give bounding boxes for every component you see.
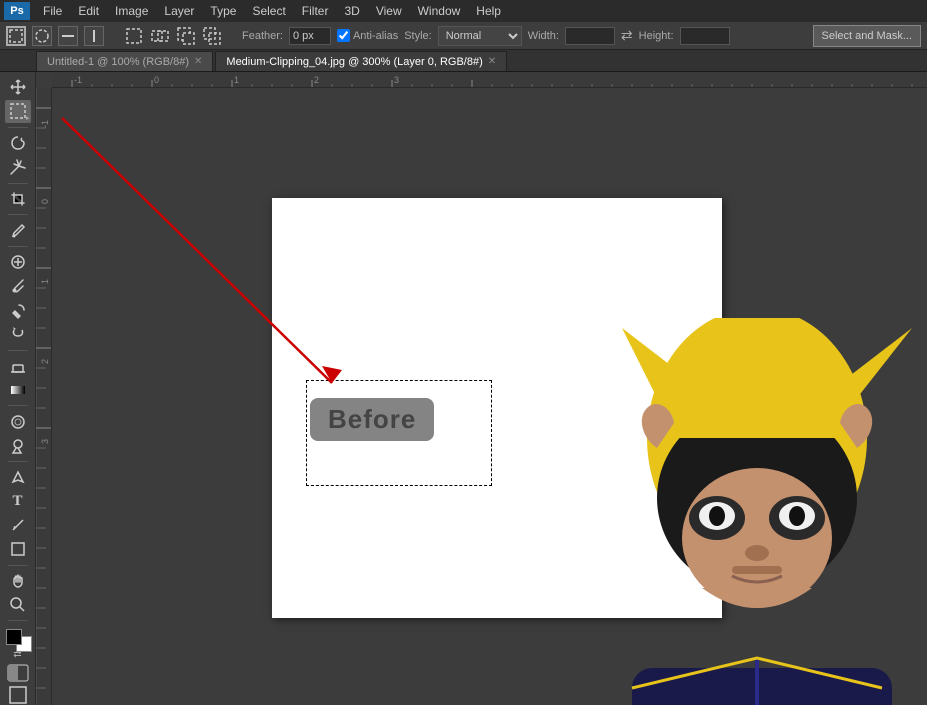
menu-image[interactable]: Image xyxy=(108,2,155,20)
main-layout: ▸ xyxy=(0,72,927,705)
before-label: Before xyxy=(310,398,434,441)
swap-wh-icon[interactable]: ⇄ xyxy=(621,27,633,44)
tool-separator-4 xyxy=(8,246,28,247)
menu-3d[interactable]: 3D xyxy=(337,2,366,20)
menu-edit[interactable]: Edit xyxy=(71,2,106,20)
shape-tool-btn[interactable] xyxy=(5,538,31,561)
svg-text:0: 0 xyxy=(154,75,159,85)
ruler-top: -1 0 1 2 3 xyxy=(52,72,927,88)
canvas-area: -1 0 1 2 3 xyxy=(36,72,927,705)
crop-tool-btn[interactable] xyxy=(5,187,31,210)
anti-alias-area[interactable]: Anti-alias xyxy=(337,29,398,42)
svg-text:1: 1 xyxy=(234,75,239,85)
marquee-rect-icon[interactable] xyxy=(6,26,26,46)
tab-medium-clipping[interactable]: Medium-Clipping_04.jpg @ 300% (Layer 0, … xyxy=(215,51,507,71)
move-tool-btn[interactable] xyxy=(5,76,31,99)
dodge-tool-btn[interactable] xyxy=(5,434,31,457)
tab-untitled-label: Untitled-1 @ 100% (RGB/8#) xyxy=(47,56,189,68)
tool-separator-1 xyxy=(8,127,28,128)
canvas-viewport[interactable]: Before xyxy=(52,88,927,705)
hand-tool-btn[interactable] xyxy=(5,570,31,593)
toolbar: ▸ xyxy=(0,72,36,705)
width-input[interactable] xyxy=(565,27,615,45)
menu-bar: Ps File Edit Image Layer Type Select Fil… xyxy=(0,0,927,22)
tab-medium-clipping-close[interactable]: ✕ xyxy=(488,56,496,67)
svg-text:-1: -1 xyxy=(40,120,50,128)
app-logo: Ps xyxy=(4,2,30,20)
svg-text:2: 2 xyxy=(314,75,319,85)
feather-label: Feather: xyxy=(242,30,283,42)
menu-select[interactable]: Select xyxy=(245,2,292,20)
eraser-tool-btn[interactable] xyxy=(5,355,31,378)
menu-layer[interactable]: Layer xyxy=(157,2,201,20)
selection-add-icon[interactable] xyxy=(150,26,170,46)
zoom-tool-btn[interactable] xyxy=(5,594,31,617)
menu-view[interactable]: View xyxy=(369,2,409,20)
eyedropper-tool-btn[interactable] xyxy=(5,219,31,242)
marquee-row-icon[interactable] xyxy=(58,26,78,46)
screen-mode-btn[interactable] xyxy=(5,685,31,704)
menu-window[interactable]: Window xyxy=(411,2,468,20)
tab-untitled[interactable]: Untitled-1 @ 100% (RGB/8#) ✕ xyxy=(36,51,213,71)
selection-new-icon[interactable] xyxy=(124,26,144,46)
selection-subtract-icon[interactable] xyxy=(176,26,196,46)
healing-tool-btn[interactable] xyxy=(5,251,31,274)
style-label: Style: xyxy=(404,30,432,42)
wolverine-character xyxy=(602,318,927,705)
menu-file[interactable]: File xyxy=(36,2,69,20)
pen-tool-btn[interactable] xyxy=(5,466,31,489)
svg-text:-1: -1 xyxy=(74,75,82,85)
height-input[interactable] xyxy=(680,27,730,45)
lasso-tool-btn[interactable] xyxy=(5,132,31,155)
anti-alias-label: Anti-alias xyxy=(353,30,398,42)
blur-tool-btn[interactable] xyxy=(5,410,31,433)
tab-medium-clipping-label: Medium-Clipping_04.jpg @ 300% (Layer 0, … xyxy=(226,56,482,68)
menu-filter[interactable]: Filter xyxy=(295,2,336,20)
tool-separator-9 xyxy=(8,620,28,621)
fg-bg-colors[interactable] xyxy=(4,627,32,652)
before-text: Before xyxy=(328,404,416,434)
tool-separator-6 xyxy=(8,405,28,406)
foreground-color-swatch[interactable] xyxy=(6,629,22,645)
style-dropdown[interactable]: Normal Fixed Ratio Fixed Size xyxy=(438,26,522,46)
brush-tool-btn[interactable] xyxy=(5,275,31,298)
width-label: Width: xyxy=(528,30,559,42)
tool-separator-7 xyxy=(8,461,28,462)
svg-text:0: 0 xyxy=(40,199,50,204)
quick-mask-btn[interactable] xyxy=(5,663,31,682)
tool-separator-5 xyxy=(8,350,28,351)
marquee-ellipse-icon[interactable] xyxy=(32,26,52,46)
magic-wand-tool-btn[interactable] xyxy=(5,156,31,179)
menu-type[interactable]: Type xyxy=(203,2,243,20)
tab-bar: Untitled-1 @ 100% (RGB/8#) ✕ Medium-Clip… xyxy=(0,50,927,72)
svg-text:3: 3 xyxy=(394,75,399,85)
menu-help[interactable]: Help xyxy=(469,2,508,20)
tool-separator-2 xyxy=(8,183,28,184)
svg-text:2: 2 xyxy=(40,359,50,364)
anti-alias-checkbox[interactable] xyxy=(337,29,350,42)
select-mask-button[interactable]: Select and Mask... xyxy=(813,25,922,47)
tool-separator-3 xyxy=(8,214,28,215)
gradient-tool-btn[interactable] xyxy=(5,379,31,402)
height-label: Height: xyxy=(639,30,674,42)
tool-separator-8 xyxy=(8,565,28,566)
ruler-left: -1 0 1 2 3 xyxy=(36,88,52,705)
marquee-tool-btn[interactable]: ▸ xyxy=(5,100,31,123)
feather-input[interactable] xyxy=(289,27,331,45)
tab-untitled-close[interactable]: ✕ xyxy=(194,56,202,67)
text-tool-btn[interactable]: T xyxy=(5,490,31,513)
selection-intersect-icon[interactable] xyxy=(202,26,222,46)
path-selection-tool-btn[interactable] xyxy=(5,514,31,537)
options-bar: Feather: Anti-alias Style: Normal Fixed … xyxy=(0,22,927,50)
marquee-col-icon[interactable] xyxy=(84,26,104,46)
svg-text:3: 3 xyxy=(40,439,50,444)
svg-text:1: 1 xyxy=(40,279,50,284)
history-brush-tool-btn[interactable] xyxy=(5,323,31,346)
clone-stamp-tool-btn[interactable] xyxy=(5,299,31,322)
